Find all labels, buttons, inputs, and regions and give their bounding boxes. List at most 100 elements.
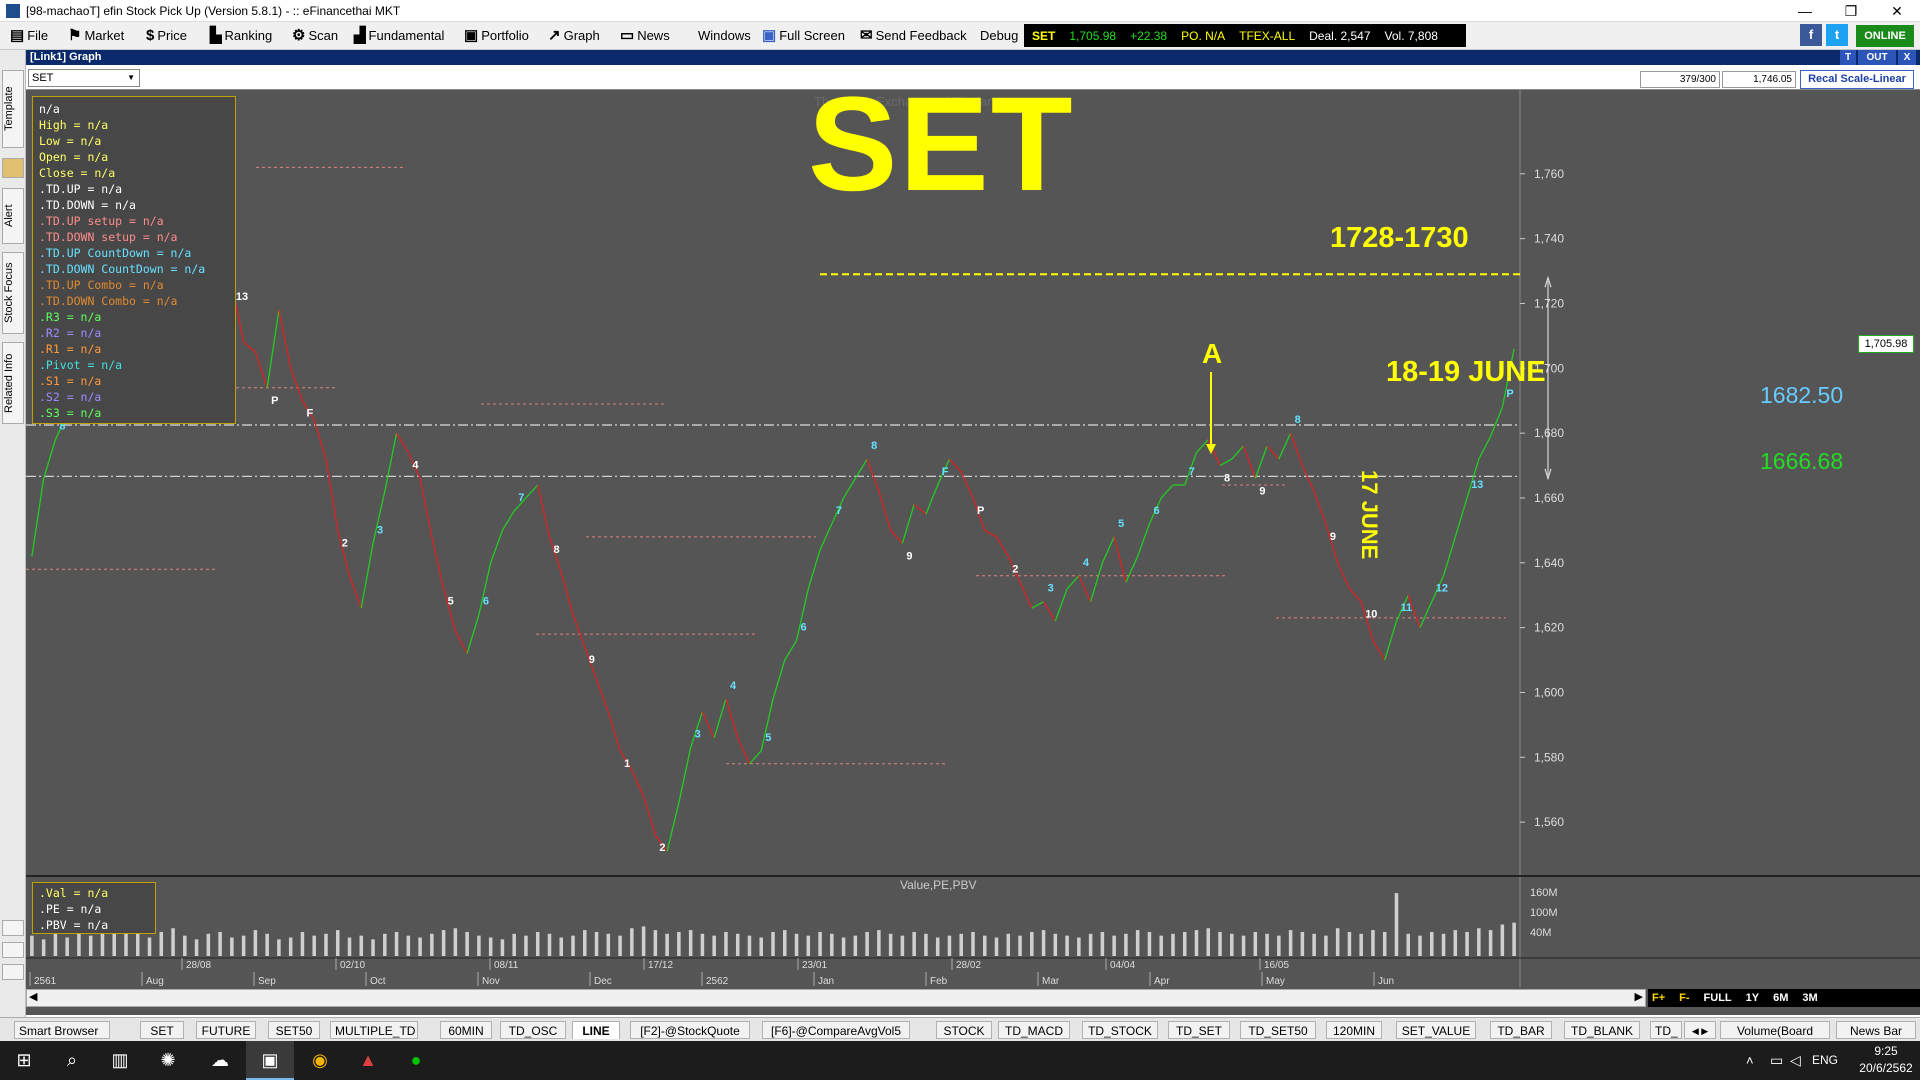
tab-120min[interactable]: 120MIN xyxy=(1326,1021,1382,1039)
recal-scale-button[interactable]: Recal Scale-Linear xyxy=(1800,70,1914,89)
tab-td-macd[interactable]: TD_MACD xyxy=(998,1021,1070,1039)
tab-set50[interactable]: SET50 xyxy=(268,1021,320,1039)
range-6m[interactable]: 6M xyxy=(1773,992,1788,1004)
line-app-icon[interactable]: ● xyxy=(392,1041,440,1080)
efin-app-icon[interactable]: ▣ xyxy=(246,1041,294,1080)
zoom-in-button[interactable]: F+ xyxy=(1652,992,1665,1004)
sidebar-tab-template[interactable]: Template xyxy=(2,70,24,148)
menu-market[interactable]: ⚑ Market xyxy=(68,22,124,50)
tab-stock-quote[interactable]: [F2]-@StockQuote xyxy=(630,1021,750,1039)
window-out-button[interactable]: OUT xyxy=(1858,50,1896,65)
tab-td-bar[interactable]: TD_BAR xyxy=(1490,1021,1552,1039)
volume-bar xyxy=(1018,935,1022,956)
tab-multiple-td[interactable]: MULTIPLE_TD xyxy=(330,1021,418,1039)
y-tick-label: 1,640 xyxy=(1534,556,1564,570)
windows-start-icon[interactable]: ⊞ xyxy=(0,1041,48,1080)
volume-board-lot[interactable]: Volume(Board Lot) xyxy=(1720,1021,1830,1056)
network-icon[interactable]: ▭ xyxy=(1770,1041,1783,1080)
volume-bar xyxy=(1347,931,1352,956)
volume-bar xyxy=(547,933,552,956)
scroll-right-icon[interactable]: ▶ xyxy=(1635,990,1643,1003)
menu-debug[interactable]: Debug xyxy=(980,22,1018,50)
volume-bar xyxy=(383,933,387,956)
sidebar-tab-related-info[interactable]: Related Info xyxy=(2,342,24,424)
chart-area[interactable]: 1,560 1,580 1,600 1,620 1,640 1,660 1,680 1,700… xyxy=(26,90,1920,1015)
tab-compare-avg-vol[interactable]: [F6]-@CompareAvgVol5 xyxy=(762,1021,910,1039)
restore-button[interactable]: ❐ xyxy=(1828,0,1874,22)
close-button[interactable]: ✕ xyxy=(1874,0,1920,22)
volume-bar xyxy=(1206,928,1211,956)
menu-portfolio[interactable]: ▣ Portfolio xyxy=(464,22,529,50)
volume-bar xyxy=(971,931,975,956)
menu-windows[interactable]: Windows xyxy=(698,22,751,50)
volume-bar xyxy=(465,931,469,956)
price-segment xyxy=(642,796,656,836)
menu-file[interactable]: ▤ File xyxy=(10,22,48,50)
range-1y[interactable]: 1Y xyxy=(1746,992,1759,1004)
tab-td-osc[interactable]: TD_OSC xyxy=(500,1021,566,1039)
clock-date[interactable]: 20/6/2562 xyxy=(1858,1061,1914,1075)
menu-fundamental[interactable]: ▟ Fundamental xyxy=(354,22,444,50)
x-bottom-label: May xyxy=(1266,976,1285,987)
facebook-icon[interactable]: f xyxy=(1800,24,1822,46)
tab-future[interactable]: FUTURE xyxy=(196,1021,256,1039)
legend-entry: .PE = n/a xyxy=(39,902,102,916)
tab-set[interactable]: SET xyxy=(140,1021,184,1039)
window-t-button[interactable]: T xyxy=(1840,50,1856,65)
menu-scan[interactable]: ⚙ Scan xyxy=(292,22,338,50)
smart-browser-select[interactable]: Smart Browser xyxy=(14,1021,110,1039)
tab-td-set50[interactable]: TD_SET50 xyxy=(1240,1021,1316,1039)
tab-td-set[interactable]: TD_SET xyxy=(1168,1021,1230,1039)
menu-ranking[interactable]: ▙ Ranking xyxy=(210,22,272,50)
menu-graph[interactable]: ↗ Graph xyxy=(548,22,600,50)
volume-bar xyxy=(1312,933,1316,956)
tab-td-more[interactable]: TD_ xyxy=(1650,1021,1682,1039)
sidebar-tab-stock-focus[interactable]: Stock Focus xyxy=(2,252,24,334)
menu-price[interactable]: $ Price xyxy=(146,22,187,50)
volume-bar xyxy=(712,935,716,956)
clock-time[interactable]: 9:25 xyxy=(1858,1044,1914,1058)
tray-chevron-icon[interactable]: ˄ xyxy=(1746,1041,1754,1080)
sidebar-tab-alert[interactable]: Alert xyxy=(2,188,24,244)
window-close-button[interactable]: X xyxy=(1898,50,1916,65)
browser-icon[interactable]: ✺ xyxy=(144,1041,192,1080)
tab-set-value[interactable]: SET_VALUE xyxy=(1396,1021,1476,1039)
menu-fullscreen[interactable]: ▣ Full Screen xyxy=(762,22,845,50)
range-3m[interactable]: 3M xyxy=(1802,992,1817,1004)
delta-app-icon[interactable]: ▲ xyxy=(344,1041,392,1080)
volume-icon[interactable]: ◁ xyxy=(1790,1041,1801,1080)
range-full[interactable]: FULL xyxy=(1704,992,1732,1004)
page-icon[interactable] xyxy=(2,920,24,936)
tab-td-blank[interactable]: TD_BLANK xyxy=(1564,1021,1640,1039)
symbol-select[interactable]: SET ▼ xyxy=(28,69,140,87)
twitter-icon[interactable]: t xyxy=(1826,24,1848,46)
menu-send-feedback[interactable]: ✉ Send Feedback xyxy=(860,22,967,50)
search-icon[interactable]: ⌕ xyxy=(48,1041,96,1080)
volume-bar xyxy=(641,926,646,956)
news-bar-button[interactable]: News Bar xyxy=(1836,1021,1916,1039)
chart-scrollbar[interactable]: ◀ ▶ xyxy=(26,989,1646,1007)
tab-line[interactable]: LINE xyxy=(572,1021,620,1039)
td-count-marker: 4 xyxy=(730,680,737,692)
print-icon[interactable] xyxy=(2,964,24,980)
tab-60min[interactable]: 60MIN xyxy=(440,1021,492,1039)
volume-bar xyxy=(1088,933,1093,956)
language-indicator[interactable]: ENG xyxy=(1812,1041,1838,1080)
tab-stock[interactable]: STOCK xyxy=(936,1021,992,1039)
scroll-left-icon[interactable]: ◀ xyxy=(29,990,37,1003)
menu-news[interactable]: ▭ News xyxy=(620,22,670,50)
lock-icon[interactable] xyxy=(2,158,24,178)
tab-td-stock[interactable]: TD_STOCK xyxy=(1082,1021,1158,1039)
cloud-icon[interactable]: ☁ xyxy=(196,1041,244,1080)
task-view-icon[interactable]: ▥ xyxy=(96,1041,144,1080)
price-segment xyxy=(1137,523,1151,557)
tab-scroll-arrows[interactable]: ◀ ▶ xyxy=(1684,1021,1716,1039)
price-segment xyxy=(737,737,751,765)
save-icon[interactable] xyxy=(2,942,24,958)
level-high-label: 1682.50 xyxy=(1760,382,1844,408)
price-segment xyxy=(1372,640,1386,661)
minimize-button[interactable]: — xyxy=(1782,0,1828,22)
taskbar: ⊞ ⌕ ▥ ✺ ☁ ▣ ◉ ▲ ● ˄ ▭ ◁ ENG 9:25 20/6/25… xyxy=(0,1041,1920,1080)
zoom-out-button[interactable]: F- xyxy=(1679,992,1689,1004)
chrome-icon[interactable]: ◉ xyxy=(296,1041,344,1080)
